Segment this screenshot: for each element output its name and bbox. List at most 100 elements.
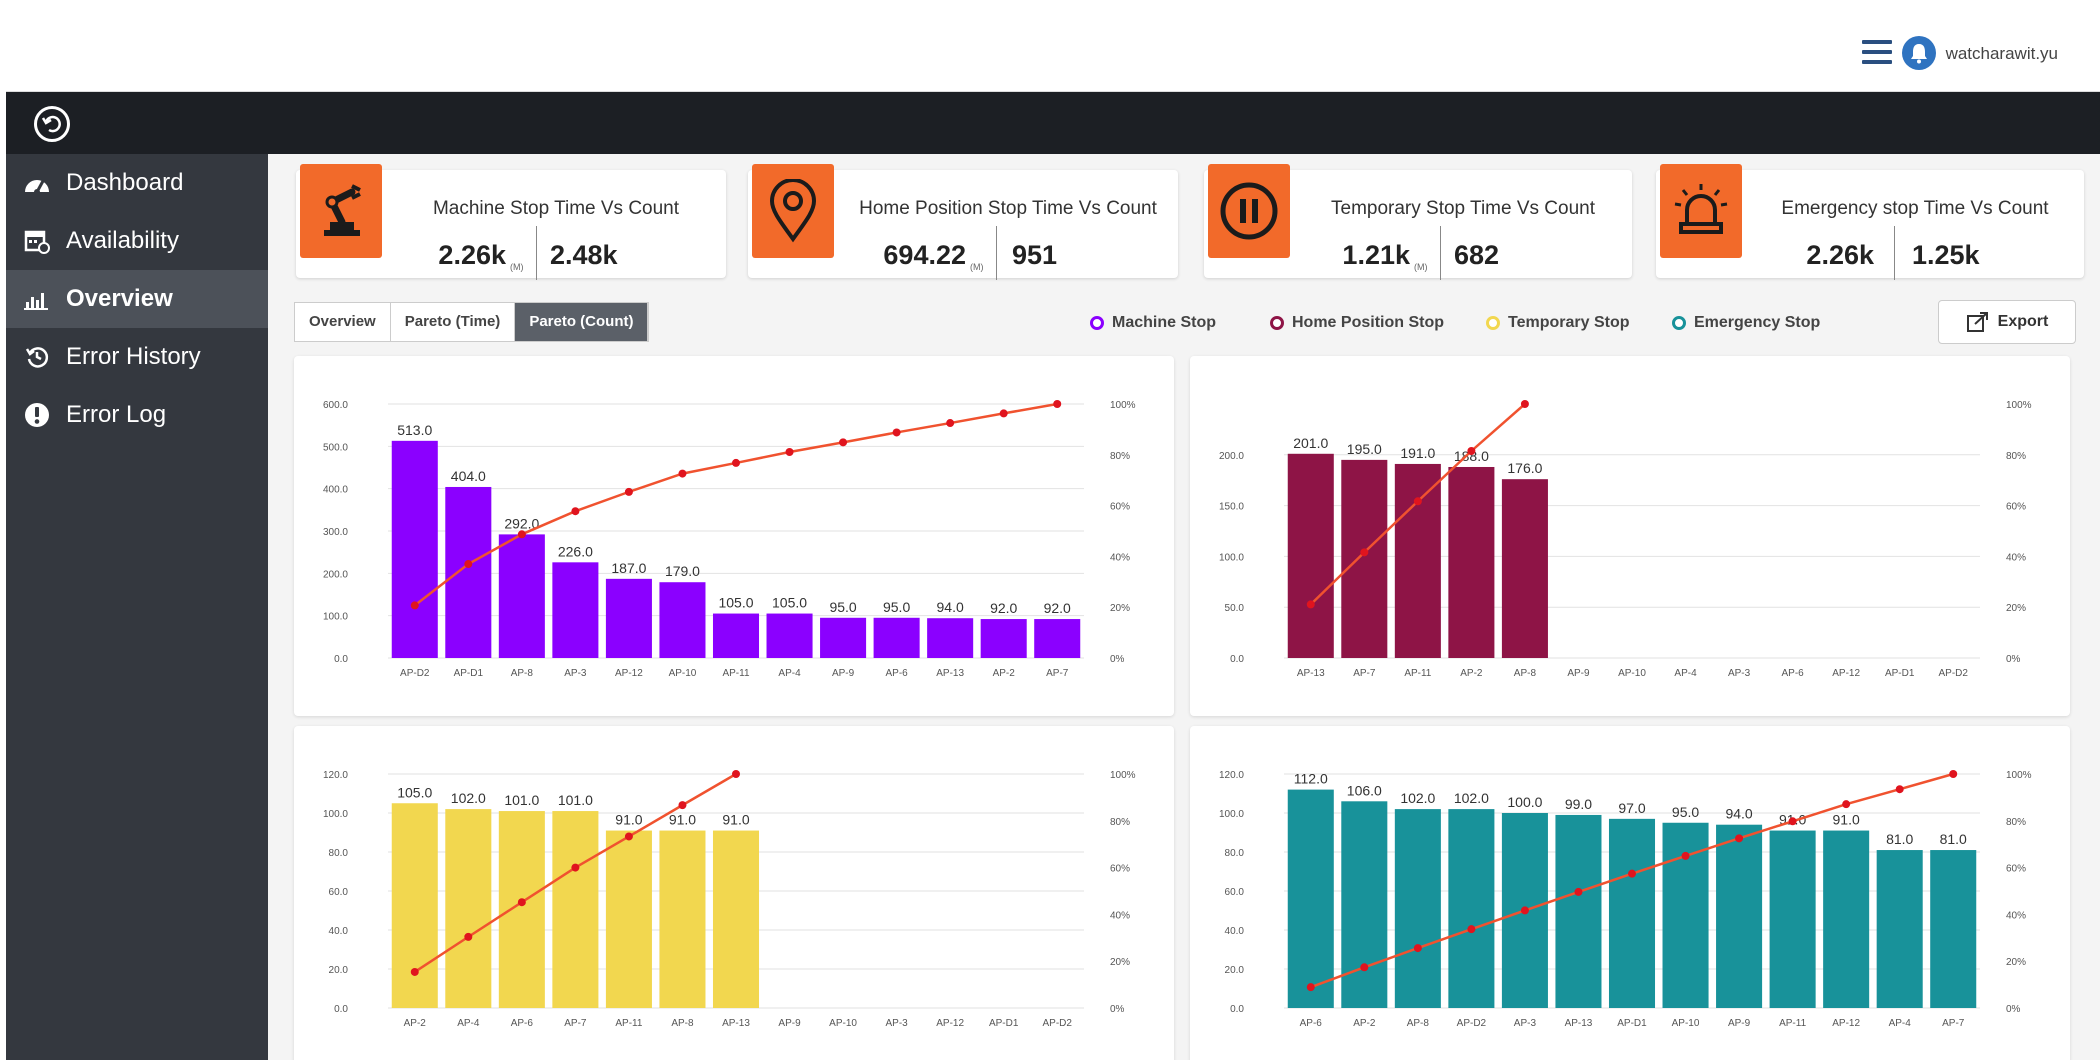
- bar: [766, 613, 813, 658]
- robot-arm-icon: [300, 164, 382, 258]
- pareto-point: [839, 438, 848, 447]
- y-tick-label: 0.0: [334, 654, 348, 665]
- y2-tick-label: 60%: [1110, 864, 1130, 875]
- pareto-point: [464, 560, 473, 569]
- pareto-point: [517, 898, 526, 907]
- bar-value-label: 106.0: [1347, 782, 1382, 798]
- username-label[interactable]: watcharawit.yu: [1946, 44, 2058, 64]
- y2-tick-label: 80%: [2006, 817, 2026, 828]
- sidebar-item-overview[interactable]: Overview: [6, 270, 268, 328]
- bar-value-label: 105.0: [772, 595, 807, 611]
- y-tick-label: 500.0: [323, 442, 348, 453]
- x-tick-label: AP-10: [1618, 668, 1646, 679]
- top-bar: watcharawit.yu: [6, 0, 2100, 92]
- x-tick-label: AP-D2: [1939, 668, 1969, 679]
- bar: [980, 619, 1027, 658]
- bar: [873, 617, 920, 658]
- pareto-point: [571, 507, 580, 516]
- x-tick-label: AP-12: [1832, 1018, 1860, 1029]
- pareto-point: [1520, 906, 1529, 915]
- bell-icon[interactable]: [1902, 36, 1936, 70]
- x-tick-label: AP-13: [1297, 668, 1325, 679]
- y2-tick-label: 100%: [1110, 770, 1136, 781]
- bar-value-label: 226.0: [558, 543, 593, 559]
- legend-item-emergency-stop[interactable]: Emergency Stop: [1672, 314, 1820, 332]
- y2-tick-label: 100%: [2006, 400, 2032, 411]
- bar: [1555, 814, 1602, 1008]
- kpi-card-temporary-stop: Temporary Stop Time Vs Count 1.21k (M) 6…: [1204, 164, 1632, 280]
- tab-overview[interactable]: Overview: [295, 303, 391, 341]
- legend-item-temporary-stop[interactable]: Temporary Stop: [1486, 314, 1630, 332]
- sidebar-item-error-log[interactable]: Error Log: [6, 386, 268, 444]
- tab-pareto-time[interactable]: Pareto (Time): [391, 303, 516, 341]
- kpi-time-value: 694.22: [883, 240, 966, 270]
- x-tick-label: AP-3: [564, 668, 587, 679]
- bar: [659, 582, 706, 658]
- y-tick-label: 200.0: [323, 569, 348, 580]
- y-tick-label: 60.0: [329, 887, 349, 898]
- pareto-chart-machine-stop: 0.0 100.0 200.0 300.0 400.0 500.0 600.0 0% 20% 40…: [323, 400, 1136, 679]
- y2-tick-label: 40%: [1110, 910, 1130, 921]
- kpi-divider: [1894, 226, 1895, 280]
- pareto-point: [571, 863, 580, 872]
- y-tick-label: 400.0: [323, 485, 348, 496]
- back-arrow-icon[interactable]: [34, 106, 70, 142]
- x-tick-label: AP-8: [1514, 668, 1537, 679]
- sidebar-item-error-history[interactable]: Error History: [6, 328, 268, 386]
- kpi-count-value: 1.25k: [1912, 240, 1980, 270]
- sidebar-item-label: Dashboard: [66, 169, 184, 196]
- legend-marker: [1672, 316, 1686, 330]
- bar: [552, 562, 599, 658]
- legend-item-machine-stop[interactable]: Machine Stop: [1090, 314, 1216, 332]
- pareto-point: [464, 932, 473, 941]
- kpi-unit: (M): [970, 262, 984, 272]
- pareto-point: [1360, 963, 1369, 972]
- x-tick-label: AP-2: [993, 668, 1016, 679]
- y-tick-label: 300.0: [323, 527, 348, 538]
- view-tabs: Overview Pareto (Time) Pareto (Count): [294, 302, 650, 342]
- kpi-count-value: 951: [1012, 240, 1058, 270]
- bar-value-label: 91.0: [1833, 812, 1860, 828]
- bar: [391, 803, 438, 1008]
- hamburger-icon[interactable]: [1862, 40, 1892, 64]
- legend-label: Machine Stop: [1112, 314, 1217, 331]
- kpi-card-home-position-stop: Home Position Stop Time Vs Count 694.22 …: [748, 164, 1178, 280]
- bar-value-label: 99.0: [1565, 796, 1592, 812]
- y-tick-label: 50.0: [1225, 603, 1245, 614]
- export-button[interactable]: Export: [1938, 300, 2076, 344]
- pareto-point: [732, 458, 740, 467]
- x-tick-label: AP-10: [1672, 1018, 1700, 1029]
- x-tick-label: AP-8: [671, 1018, 694, 1029]
- kpi-time-value: 2.26k: [1806, 240, 1874, 270]
- pareto-point: [678, 469, 687, 478]
- pareto-point: [785, 448, 794, 457]
- siren-icon: [1660, 164, 1742, 258]
- legend-marker: [1486, 316, 1500, 330]
- bar: [1394, 809, 1441, 1008]
- y-tick-label: 100.0: [1219, 809, 1244, 820]
- sidebar-item-availability[interactable]: Availability: [6, 212, 268, 270]
- tab-pareto-count[interactable]: Pareto (Count): [515, 303, 649, 341]
- pareto-point: [1842, 800, 1851, 809]
- y2-tick-label: 80%: [1110, 451, 1130, 462]
- bar: [445, 809, 492, 1008]
- y2-tick-label: 0%: [2006, 1004, 2021, 1015]
- y-tick-label: 120.0: [323, 770, 348, 781]
- pareto-point: [1413, 497, 1422, 506]
- y2-tick-label: 20%: [1110, 603, 1130, 614]
- y-tick-label: 0.0: [1230, 1004, 1244, 1015]
- x-tick-label: AP-4: [1674, 668, 1697, 679]
- bar-value-label: 97.0: [1618, 800, 1645, 816]
- x-tick-label: AP-3: [885, 1018, 908, 1029]
- bar: [605, 830, 652, 1008]
- pareto-point: [678, 801, 687, 810]
- bar: [1448, 809, 1495, 1008]
- sidebar-item-dashboard[interactable]: Dashboard: [6, 154, 268, 212]
- bar: [1341, 801, 1388, 1008]
- pareto-point: [1735, 834, 1744, 843]
- bar-value-label: 91.0: [615, 812, 642, 828]
- y-tick-label: 120.0: [1219, 770, 1244, 781]
- bar-value-label: 91.0: [722, 812, 749, 828]
- legend-item-home-position-stop[interactable]: Home Position Stop: [1270, 314, 1444, 332]
- bar-value-label: 102.0: [1454, 790, 1489, 806]
